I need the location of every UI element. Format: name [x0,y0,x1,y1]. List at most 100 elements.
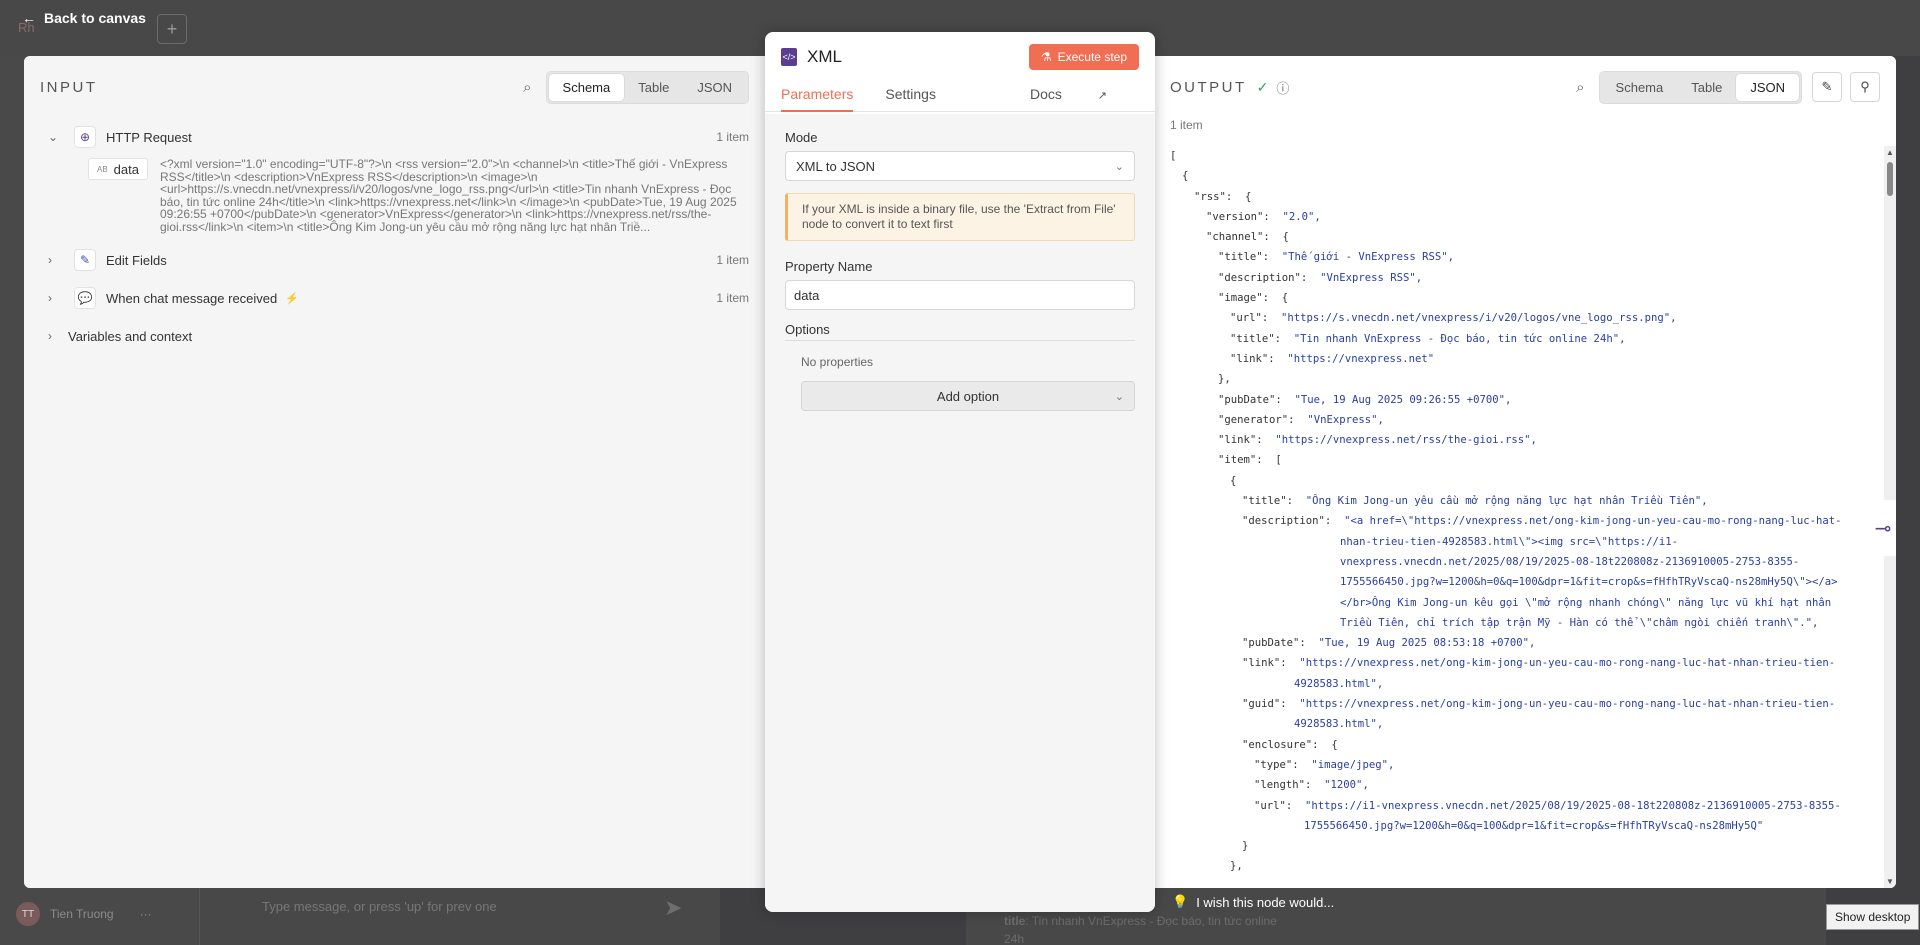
json-colon: : [1263,231,1283,244]
json-key[interactable]: "rss" [1194,191,1226,203]
json-key[interactable]: "title" [1218,251,1263,263]
chevron-right-icon[interactable]: › [48,253,68,267]
input-tab-table[interactable]: Table [624,74,683,101]
json-colon: : [1280,657,1300,670]
field-key-label: data [113,161,139,177]
json-key[interactable]: "pubDate" [1218,394,1275,406]
json-bracket: }, [1230,860,1243,873]
chevron-right-icon[interactable]: › [48,291,68,305]
mode-value: XML to JSON [796,158,875,174]
json-key[interactable]: "title" [1230,333,1275,345]
flask-icon: ⚗ [1040,50,1052,64]
output-item-count: 1 item [1170,118,1203,132]
node-row-chat-trigger[interactable]: › 💬 When chat message received ⚡ 1 item [24,279,765,317]
json-line: "channel": { [1170,227,1868,247]
output-pane: OUTPUT ✓ ⓘ ⌕ Schema Table JSON ✎ ⚲ 1 ite… [1154,56,1896,888]
json-key[interactable]: "url" [1254,800,1286,812]
scroll-thumb[interactable] [1887,162,1893,196]
node-row-edit-fields[interactable]: › ✎ Edit Fields 1 item [24,241,765,279]
json-key[interactable]: "title" [1242,495,1287,507]
json-value-continued: vnexpress.vnecdn.net/2025/08/19/2025-08-… [1340,555,1800,568]
json-line: </br>Ông Kim Jong-un kêu gọi \"mở rộng n… [1170,593,1868,613]
json-line: [ [1170,146,1868,166]
info-icon[interactable]: ⓘ [1276,78,1289,97]
json-key[interactable]: "link" [1230,353,1268,365]
input-tab-json[interactable]: JSON [683,74,746,101]
field-key[interactable]: AB data [88,158,148,180]
preview-key: title [1004,914,1026,928]
json-colon: : [1312,738,1332,751]
json-key[interactable]: "url" [1230,312,1262,324]
json-value-continued: nhan-trieu-tien-4928583.html\"><img src=… [1340,535,1679,548]
success-check-icon: ✓ [1256,78,1269,95]
scroll-up-icon[interactable]: ▲ [1886,148,1894,157]
feedback-link[interactable]: 💡 I wish this node would... [1172,894,1334,910]
pin-data-button[interactable]: ⚲ [1850,72,1880,102]
json-value: "Tue, 19 Aug 2025 08:53:18 +0700", [1318,637,1536,650]
parameters-body: Mode XML to JSON ⌄ If your XML is inside… [765,114,1155,912]
json-line: "type": "image/jpeg", [1170,755,1868,775]
user-menu[interactable]: TT Tien Truong ··· [16,902,152,926]
json-key[interactable]: "version" [1206,211,1263,223]
output-tab-json[interactable]: JSON [1736,73,1799,101]
chat-input[interactable]: Type message, or press 'up' for prev one [262,899,497,914]
back-to-canvas-button[interactable]: ← Back to canvas [22,10,146,26]
json-colon: : [1299,637,1319,650]
more-icon[interactable]: ··· [140,907,152,921]
json-line: "rss": { [1170,187,1868,207]
json-value: "VnExpress RSS", [1320,271,1423,284]
json-value: "https://vnexpress.net/ong-kim-jong-un-y… [1299,657,1836,670]
json-line: "pubDate": "Tue, 19 Aug 2025 09:26:55 +0… [1170,390,1868,410]
json-key[interactable]: "description" [1218,272,1301,284]
json-key[interactable]: "link" [1242,657,1280,669]
mode-select[interactable]: XML to JSON ⌄ [785,151,1135,181]
output-tab-schema[interactable]: Schema [1602,74,1678,101]
next-node-handle[interactable]: ⊸ [1870,500,1896,556]
preview-line2: 24h [1004,932,1025,945]
tab-parameters[interactable]: Parameters [781,82,854,112]
execute-step-button[interactable]: ⚗ Execute step [1028,44,1139,70]
input-pane: INPUT ⌕ Schema Table JSON ⌄ ⊕ HTTP Reque… [24,56,765,888]
output-tab-table[interactable]: Table [1677,74,1736,101]
json-value: "https://i1-vnexpress.vnecdn.net/2025/08… [1305,799,1841,812]
json-key[interactable]: "type" [1254,759,1292,771]
node-settings-header: </> XML ⚗ Execute step [765,32,1155,82]
chevron-down-icon[interactable]: ⌄ [48,130,68,144]
options-label: Options [785,322,1135,341]
variables-context-row[interactable]: › Variables and context [24,317,765,355]
docs-link[interactable]: Docs ↗ [1030,82,1139,111]
json-key[interactable]: "generator" [1218,414,1288,426]
search-icon[interactable]: ⌕ [1576,79,1584,96]
json-colon: : [1256,454,1276,467]
node-title[interactable]: XML [807,47,842,67]
canvas-add-button[interactable]: + [157,14,187,44]
json-key[interactable]: "pubDate" [1242,637,1299,649]
docs-label: Docs [1029,86,1062,102]
json-colon: : [1285,799,1306,812]
json-key[interactable]: "description" [1242,515,1325,527]
json-key[interactable]: "length" [1254,779,1305,791]
property-name-input[interactable]: data [785,280,1135,310]
json-value: { [1245,190,1252,203]
avatar: TT [16,902,40,926]
node-row-http-request[interactable]: ⌄ ⊕ HTTP Request 1 item [24,118,765,156]
send-icon[interactable]: ➤ [664,895,682,921]
edit-output-button[interactable]: ✎ [1812,72,1842,102]
scroll-down-icon[interactable]: ▼ [1886,877,1894,886]
json-key[interactable]: "guid" [1242,698,1280,710]
json-key[interactable]: "enclosure" [1242,739,1312,751]
add-option-button[interactable]: Add option ⌄ [801,381,1135,411]
json-key[interactable]: "channel" [1206,231,1263,243]
json-value: "Tin nhanh VnExpress - Đọc báo, tin tức … [1293,332,1626,345]
json-key[interactable]: "image" [1218,292,1263,304]
json-key[interactable]: "link" [1218,434,1256,446]
input-tab-schema[interactable]: Schema [548,73,625,101]
json-key[interactable]: "item" [1218,454,1256,466]
tab-settings[interactable]: Settings [885,82,936,111]
json-value: { [1282,231,1289,244]
json-colon: : [1225,190,1246,203]
search-icon[interactable]: ⌕ [523,79,531,96]
item-count: 1 item [716,253,749,267]
json-line: "item": [ [1170,450,1868,470]
chevron-right-icon[interactable]: › [48,329,68,343]
